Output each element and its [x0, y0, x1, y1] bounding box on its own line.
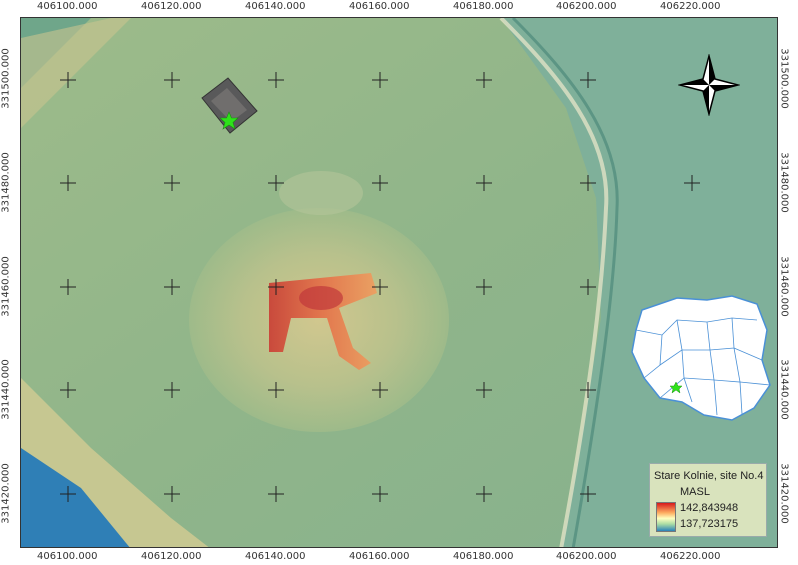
- mound-feature-north: [279, 171, 363, 215]
- map-layout: 406100.000 406120.000 406140.000 406160.…: [0, 0, 798, 565]
- y-coord-right-3: 331460.000: [778, 256, 790, 317]
- y-coord-left-4: 331440.000: [0, 359, 12, 420]
- x-coord-bottom-1: 406100.000: [37, 551, 98, 562]
- y-coord-left-2: 331480.000: [0, 152, 12, 213]
- y-coord-left-3: 331460.000: [0, 256, 12, 317]
- x-coord-top-1: 406100.000: [37, 1, 98, 12]
- legend-color-ramp: [656, 502, 676, 532]
- map-legend: Stare Kolnie, site No.4 MASL 142,843948 …: [649, 463, 767, 537]
- x-coord-bottom-5: 406180.000: [453, 551, 514, 562]
- poland-map-icon: [631, 295, 771, 421]
- y-coord-right-2: 331480.000: [778, 152, 790, 213]
- legend-title: Stare Kolnie, site No.4: [654, 470, 764, 482]
- x-coord-bottom-3: 406140.000: [245, 551, 306, 562]
- x-coord-top-7: 406220.000: [660, 1, 721, 12]
- x-coord-top-6: 406200.000: [556, 1, 617, 12]
- legend-max-value: 142,843948: [680, 502, 739, 514]
- x-coord-bottom-6: 406200.000: [556, 551, 617, 562]
- y-coord-right-1: 331500.000: [778, 48, 790, 109]
- x-coord-bottom-2: 406120.000: [141, 551, 202, 562]
- y-coord-left-1: 331500.000: [0, 48, 12, 109]
- legend-min-value: 137,723175: [680, 518, 739, 530]
- elevation-peak: [299, 286, 343, 310]
- x-coord-top-5: 406180.000: [453, 1, 514, 12]
- y-coord-right-4: 331440.000: [778, 359, 790, 420]
- y-coord-right-5: 331420.000: [778, 463, 790, 524]
- legend-unit: MASL: [680, 486, 710, 498]
- x-coord-top-2: 406120.000: [141, 1, 202, 12]
- earthwork-mound: [189, 208, 449, 432]
- x-coord-top-4: 406160.000: [349, 1, 410, 12]
- x-coord-bottom-7: 406220.000: [660, 551, 721, 562]
- north-arrow-icon: [678, 54, 740, 116]
- x-coord-bottom-4: 406160.000: [349, 551, 410, 562]
- x-coord-top-3: 406140.000: [245, 1, 306, 12]
- y-coord-left-5: 331420.000: [0, 463, 12, 524]
